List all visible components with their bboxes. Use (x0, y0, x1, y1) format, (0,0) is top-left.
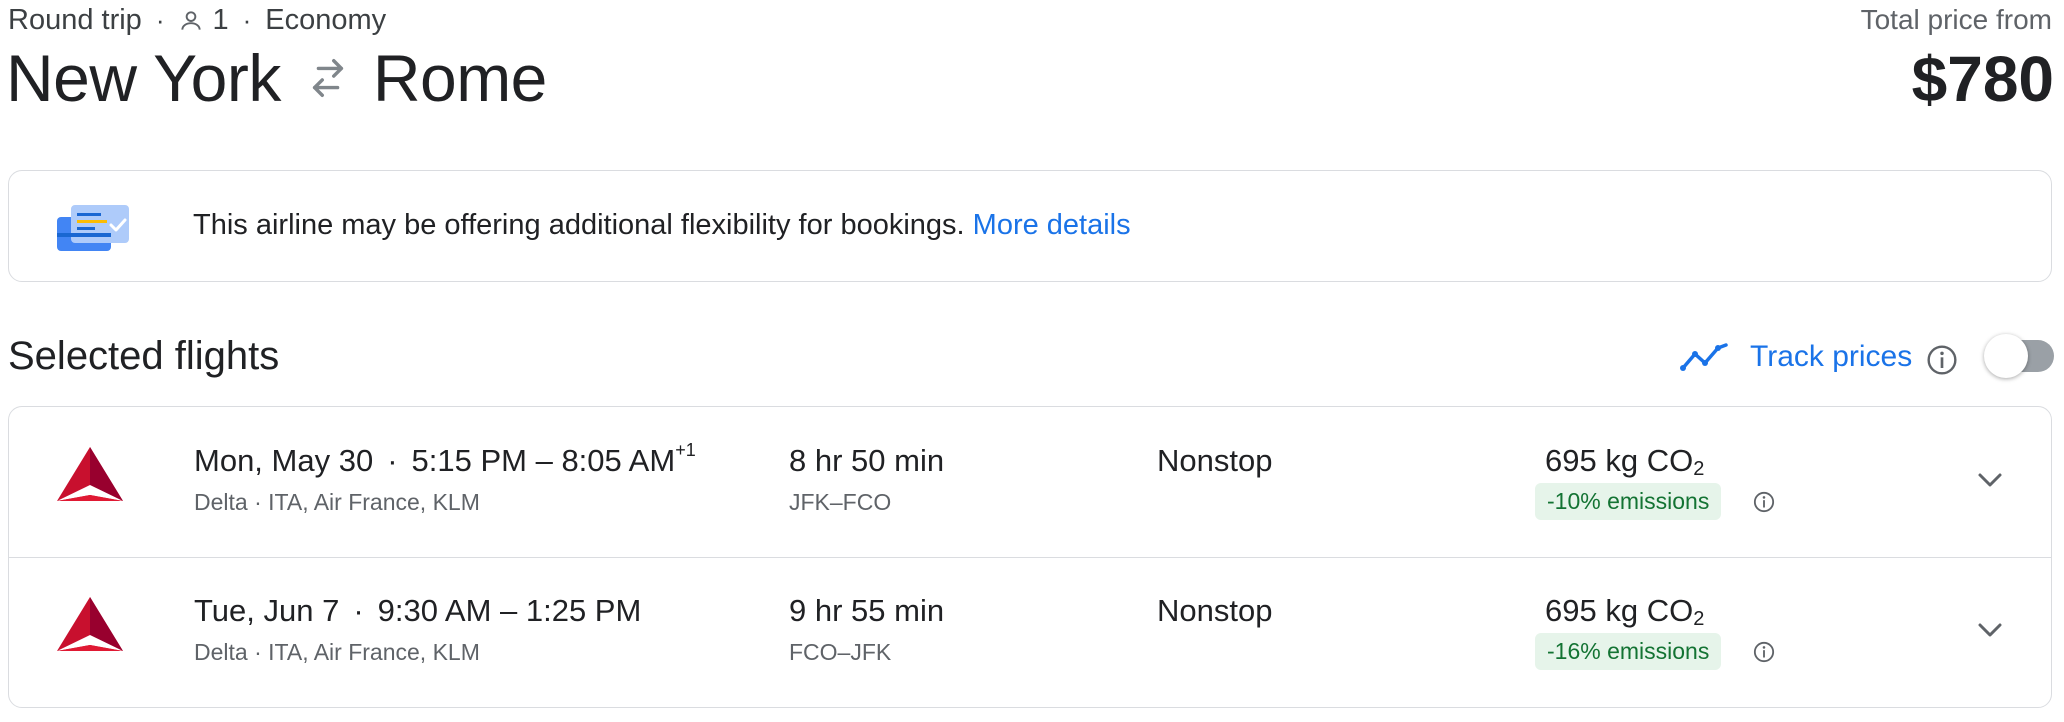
swap-arrows-icon (312, 59, 343, 97)
chevron-down-icon[interactable] (1973, 615, 2007, 645)
airline-names: Delta · ITA, Air France, KLM (194, 489, 480, 515)
info-icon[interactable] (1753, 491, 1775, 513)
departure-arrival-times: 9:30 AM – 1:25 PM (377, 593, 642, 628)
trip-type[interactable]: Round trip (8, 4, 142, 37)
flight-times: Mon, May 30 · 5:15 PM – 8:05 AM+1 (194, 439, 696, 479)
total-price: $780 (1911, 43, 2054, 115)
cabin-class[interactable]: Economy (265, 4, 386, 37)
separator-dot: · (242, 5, 252, 35)
airline-names: Delta · ITA, Air France, KLM (194, 639, 480, 665)
info-icon[interactable] (1926, 344, 1958, 376)
flight-times: Tue, Jun 7 · 9:30 AM – 1:25 PM (194, 593, 641, 629)
trip-summary: Round trip · 1 · Economy (8, 4, 386, 37)
selected-flights-list: Mon, May 30 · 5:15 PM – 8:05 AM+1 Delta · … (8, 406, 2052, 708)
origin-city: New York (6, 41, 281, 115)
separator-dot: · (353, 593, 364, 628)
delta-logo (57, 597, 123, 651)
person-icon (181, 10, 202, 30)
co2-subscript: 2 (1693, 458, 1705, 480)
trend-line-icon[interactable] (1680, 342, 1730, 374)
flexible-booking-icon (57, 205, 129, 251)
toggle-knob[interactable] (1984, 334, 2028, 378)
co2-subscript: 2 (1693, 608, 1705, 630)
co2-value: 695 kg CO (1545, 593, 1694, 628)
flexibility-text: This airline may be offering additional … (193, 209, 965, 241)
passenger-count[interactable]: 1 (212, 4, 228, 37)
co2-value: 695 kg CO (1545, 443, 1694, 478)
flight-date: Mon, May 30 (194, 443, 374, 478)
delta-logo (57, 447, 123, 501)
separator-dot: · (155, 5, 165, 35)
info-icon[interactable] (1753, 641, 1775, 663)
selected-flights-title: Selected flights (8, 334, 280, 378)
flight-date: Tue, Jun 7 (194, 593, 340, 628)
track-prices-label[interactable]: Track prices (1750, 340, 1912, 374)
flight-duration: 9 hr 55 min (789, 593, 945, 628)
co2-amount: 695 kg CO2 (1545, 443, 1705, 480)
flight-stops: Nonstop (1157, 593, 1273, 628)
destination-city: Rome (372, 41, 548, 115)
flexibility-banner: This airline may be offering additional … (8, 170, 2052, 282)
day-offset: +1 (675, 439, 696, 460)
emissions-badge: -10% emissions (1535, 483, 1722, 520)
flight-stops: Nonstop (1157, 443, 1273, 478)
emissions-badge: -16% emissions (1535, 633, 1722, 670)
co2-amount: 695 kg CO2 (1545, 593, 1705, 630)
flight-row-outbound[interactable]: Mon, May 30 · 5:15 PM – 8:05 AM+1 Delta · … (9, 407, 2051, 558)
total-price-label: Total price from (1860, 4, 2052, 35)
route-title: New York Rome (6, 40, 547, 116)
flexibility-message: This airline may be offering additional … (193, 209, 1131, 242)
flight-duration: 8 hr 50 min (789, 443, 945, 478)
flight-row-return[interactable]: Tue, Jun 7 · 9:30 AM – 1:25 PM Delta · ITA… (9, 557, 2051, 707)
separator-dot: · (387, 443, 398, 478)
flight-airports: FCO–JFK (789, 639, 892, 665)
chevron-down-icon[interactable] (1973, 465, 2007, 495)
departure-arrival-times: 5:15 PM – 8:05 AM (411, 443, 676, 478)
flight-airports: JFK–FCO (789, 489, 892, 515)
more-details-link[interactable]: More details (973, 209, 1131, 241)
